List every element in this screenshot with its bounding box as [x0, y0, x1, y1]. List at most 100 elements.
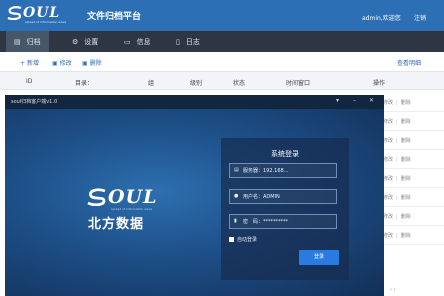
row-edit-link[interactable]: 修改	[383, 100, 393, 106]
app-title: 文件归档平台	[87, 12, 142, 22]
auto-login-checkbox[interactable]: 自动登录	[229, 236, 257, 243]
tab-settings-label: 设置	[84, 37, 99, 46]
view-details-link[interactable]: 查看明细	[397, 58, 421, 67]
tab-info-label: 信息	[136, 37, 151, 46]
separator: |	[396, 138, 398, 144]
pagination[interactable]: ‹ ›	[390, 287, 396, 293]
dropdown-icon[interactable]: ▾	[336, 97, 339, 104]
separator: |	[396, 214, 398, 220]
server-input[interactable]	[243, 165, 335, 176]
client-title: soul归档客户端v1.0	[11, 99, 58, 105]
add-button[interactable]: + 新增	[20, 58, 39, 67]
separator: |	[396, 233, 398, 239]
soul-s-logo-icon	[7, 6, 22, 20]
col-directory: 目录：	[75, 80, 94, 87]
row-edit-link[interactable]: 修改	[383, 157, 393, 163]
archive-icon: ▤	[14, 37, 21, 46]
tab-info[interactable]: ▭ 信息	[116, 31, 159, 52]
edit-button[interactable]: ▣ 修改	[52, 58, 72, 67]
delete-button[interactable]: ▣ 删除	[82, 58, 102, 67]
login-title: 系统登录	[271, 150, 299, 158]
auto-login-label: 自动登录	[237, 237, 258, 243]
col-level: 级别	[190, 80, 203, 87]
row-edit-link[interactable]: 修改	[383, 138, 393, 144]
edit-icon: ▣	[52, 60, 58, 67]
lock-icon: ▮	[234, 218, 237, 224]
row-delete-link[interactable]: 删除	[401, 119, 411, 125]
table-row-actions: 修改 | 删除	[383, 156, 411, 163]
brand-logo: OUL spread of information wave 北方数据	[85, 186, 175, 235]
soul-logo: OUL spread of information wave	[6, 5, 82, 27]
log-icon: ▯	[176, 37, 180, 46]
table-row-actions: 修改 | 删除	[383, 118, 411, 125]
logo-wordmark: OUL	[23, 5, 61, 21]
client-window: soul归档客户端v1.0 ▾ – ✕ OUL spread of inform…	[5, 95, 384, 296]
row-divider	[383, 187, 444, 188]
row-delete-link[interactable]: 删除	[401, 195, 411, 201]
col-time-window: 时间窗口	[286, 80, 311, 87]
delete-label: 删除	[89, 60, 102, 67]
main-nav: ▤ 归档 ⚙ 设置 ▭ 信息 ▯ 日志	[0, 31, 444, 52]
user-icon: ●	[234, 193, 239, 199]
app-header: OUL spread of information wave 文件归档平台 ad…	[0, 0, 444, 31]
logout-link[interactable]: 注销	[414, 13, 426, 22]
action-toolbar: + 新增 ▣ 修改 ▣ 删除 查看明细	[0, 52, 444, 72]
row-delete-link[interactable]: 删除	[401, 157, 411, 163]
welcome-user: admin,欢迎您	[362, 15, 401, 22]
row-delete-link[interactable]: 删除	[401, 233, 411, 239]
row-divider	[383, 149, 444, 150]
col-status: 状态	[233, 80, 246, 87]
table-row-actions: 修改 | 删除	[383, 213, 411, 220]
row-divider	[383, 111, 444, 112]
username-field[interactable]: ●	[229, 189, 337, 204]
brand-wordmark: OUL	[108, 186, 158, 208]
separator: |	[396, 157, 398, 163]
row-delete-link[interactable]: 删除	[401, 138, 411, 144]
soul-brand-s-icon	[87, 188, 106, 206]
server-field[interactable]: ▤	[229, 163, 337, 178]
row-delete-link[interactable]: 删除	[401, 214, 411, 220]
minimize-icon[interactable]: –	[353, 97, 356, 104]
row-edit-link[interactable]: 修改	[383, 214, 393, 220]
tab-archive[interactable]: ▤ 归档	[6, 31, 49, 52]
table-row-actions: 修改 | 删除	[383, 194, 411, 201]
login-button[interactable]: 登录	[299, 250, 339, 265]
separator: |	[396, 195, 398, 201]
server-icon: ▤	[234, 167, 239, 173]
row-divider	[383, 225, 444, 226]
brand-company-name: 北方数据	[88, 217, 145, 232]
row-edit-link[interactable]: 修改	[383, 195, 393, 201]
username-input[interactable]	[243, 191, 335, 202]
password-input[interactable]	[243, 216, 335, 227]
client-titlebar: soul归档客户端v1.0 ▾ – ✕	[5, 95, 384, 109]
tab-log-label: 日志	[185, 37, 200, 46]
tab-settings[interactable]: ⚙ 设置	[64, 31, 106, 52]
col-actions: 操作	[373, 80, 386, 87]
checkbox-box[interactable]	[229, 237, 234, 242]
gear-icon: ⚙	[72, 37, 79, 46]
logo-tagline: spread of information wave	[25, 20, 67, 24]
close-icon[interactable]: ✕	[369, 97, 374, 104]
col-group: 组	[148, 80, 155, 87]
table-row-actions: 修改 | 删除	[383, 137, 411, 144]
row-divider	[383, 244, 444, 245]
trash-icon: ▣	[82, 60, 88, 67]
message-icon: ▭	[124, 37, 131, 46]
tab-archive-label: 归档	[26, 37, 41, 46]
table-row-actions: 修改 | 删除	[383, 99, 411, 106]
row-edit-link[interactable]: 修改	[383, 176, 393, 182]
row-edit-link[interactable]: 修改	[383, 233, 393, 239]
table-row-actions: 修改 | 删除	[383, 175, 411, 182]
add-label: 新增	[27, 60, 40, 67]
password-field[interactable]: ▮	[229, 214, 337, 229]
row-divider	[383, 130, 444, 131]
login-panel: 系统登录 ▤ ● ▮ 自动登录 登录	[221, 138, 349, 280]
brand-tagline: spread of information wave	[111, 207, 153, 211]
row-delete-link[interactable]: 删除	[401, 176, 411, 182]
table-row-actions: 修改 | 删除	[383, 232, 411, 239]
table-header: ID 目录： 组 级别 状态 时间窗口 操作	[0, 72, 444, 90]
row-delete-link[interactable]: 删除	[401, 100, 411, 106]
separator: |	[396, 176, 398, 182]
row-edit-link[interactable]: 修改	[383, 119, 393, 125]
tab-log[interactable]: ▯ 日志	[168, 31, 208, 52]
